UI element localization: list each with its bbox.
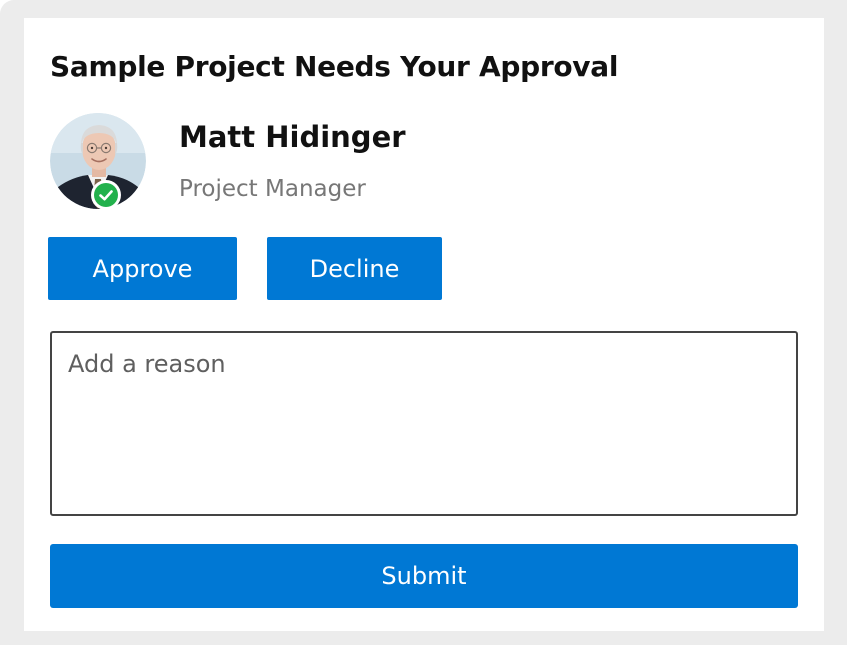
presence-badge xyxy=(91,180,121,210)
check-circle-icon xyxy=(94,183,118,207)
app-frame: Sample Project Needs Your Approval Matt … xyxy=(0,0,847,645)
person-name: Matt Hidinger xyxy=(179,120,406,154)
submit-button[interactable]: Submit xyxy=(50,544,798,608)
check-icon xyxy=(99,190,113,201)
decline-button[interactable]: Decline xyxy=(267,237,442,300)
approve-button[interactable]: Approve xyxy=(48,237,237,300)
approval-card: Sample Project Needs Your Approval Matt … xyxy=(24,18,824,631)
card-title: Sample Project Needs Your Approval xyxy=(50,50,619,83)
reason-input[interactable] xyxy=(50,331,798,516)
person-role: Project Manager xyxy=(179,176,366,202)
